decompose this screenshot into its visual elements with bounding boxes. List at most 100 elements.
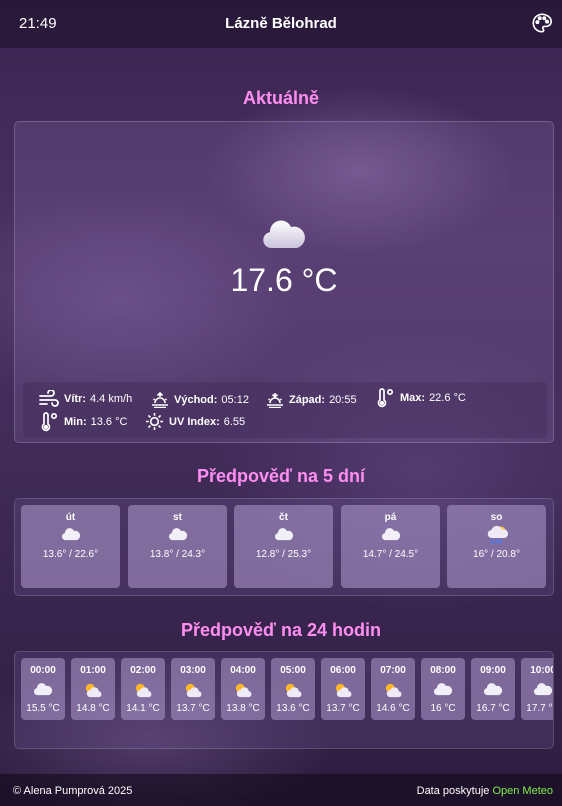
forecast-5-panel: út 13.6° / 22.6° st 13.8° / 24.3° čt 12.…	[14, 498, 554, 596]
day-name: st	[173, 512, 182, 523]
current-weather-card: 17.6 °C Vítr: 4.4 km/h Východ: 05:12 Záp…	[14, 121, 554, 443]
hour-time: 03:00	[180, 665, 206, 676]
hour-time: 09:00	[480, 665, 506, 676]
palette-icon[interactable]	[531, 12, 553, 34]
current-title: Aktuálně	[242, 88, 320, 108]
day-card: st 13.8° / 24.3°	[128, 505, 227, 588]
wind-detail: Vítr: 4.4 km/h	[39, 390, 132, 408]
cloud-icon	[61, 528, 81, 541]
hour-temp: 14.6 °C	[376, 703, 410, 714]
cloud-icon	[274, 528, 294, 541]
data-provider: Data poskytuje Open Meteo	[417, 785, 553, 797]
weather-details: Vítr: 4.4 km/h Východ: 05:12 Západ: 20:5…	[23, 382, 547, 438]
cloud-icon	[168, 528, 188, 541]
uv-detail: UV Index: 6.55	[145, 412, 245, 431]
city-name: Lázně Bělohrad	[225, 15, 337, 32]
hour-time: 01:00	[80, 665, 106, 676]
hour-temp: 15.5 °C	[26, 703, 60, 714]
footer: © Alena Pumprová 2025 Data poskytuje Ope…	[0, 774, 562, 806]
day-name: so	[490, 512, 503, 523]
hour-time: 02:00	[130, 665, 156, 676]
sunset-detail: Západ: 20:55	[266, 392, 357, 408]
sunrise-value: 05:12	[221, 394, 249, 406]
wind-icon	[39, 390, 59, 407]
day-card: čt 12.8° / 25.3°	[234, 505, 333, 588]
thermometer-icon	[41, 412, 58, 432]
hour-temp: 16 °C	[430, 703, 456, 714]
uv-value: 6.55	[223, 415, 246, 428]
cloud-icon	[433, 683, 453, 696]
sun-cloud-icon	[135, 683, 152, 698]
hour-time: 06:00	[330, 665, 356, 676]
sun-cloud-icon	[85, 683, 102, 698]
max-temp-detail: Max: 22.6 °C	[375, 388, 466, 408]
day-card: so 16° / 20.8°	[447, 505, 546, 588]
max-value: 22.6 °C	[429, 392, 466, 404]
hour-temp: 13.6 °C	[276, 703, 310, 714]
day-temps: 12.8° / 25.3°	[255, 549, 312, 560]
hour-card: 06:00 13.7 °C	[321, 658, 365, 720]
hour-card: 01:00 14.8 °C	[71, 658, 115, 720]
min-value: 13.6 °C	[90, 416, 128, 428]
sunset-value: 20:55	[329, 394, 357, 406]
sun-cloud-icon	[235, 683, 252, 698]
day-name: čt	[279, 512, 288, 523]
cloud-icon	[381, 528, 401, 541]
thermometer-icon	[377, 388, 394, 408]
hour-card: 03:00 13.7 °C	[171, 658, 215, 720]
forecast-24-title: Předpověď na 24 hodin	[181, 620, 381, 640]
hour-card: 02:00 14.1 °C	[121, 658, 165, 720]
sun-cloud-icon	[185, 683, 202, 698]
hour-card: 00:00 15.5 °C	[21, 658, 65, 720]
hour-time: 08:00	[430, 665, 456, 676]
top-bar: 21:49 Lázně Bělohrad	[0, 0, 562, 48]
day-name: út	[65, 512, 76, 523]
hour-card: 09:00 16.7 °C	[471, 658, 515, 720]
day-name: pá	[384, 512, 397, 523]
open-meteo-link[interactable]: Open Meteo	[492, 785, 553, 797]
uv-label: UV Index:	[169, 415, 220, 428]
hour-time: 07:00	[380, 665, 406, 676]
min-temp-detail: Min: 13.6 °C	[39, 412, 127, 432]
hour-time: 00:00	[30, 665, 56, 676]
hour-time: 05:00	[280, 665, 306, 676]
sunrise-label: Východ:	[174, 394, 218, 406]
hour-temp: 14.1 °C	[126, 703, 160, 714]
hour-card: 10:00 17.7 °C	[521, 658, 554, 720]
cloud-icon	[33, 683, 53, 696]
sun-icon	[145, 412, 164, 431]
cloud-icon	[533, 683, 553, 696]
day-card: út 13.6° / 22.6°	[21, 505, 120, 588]
provider-text: Data poskytuje	[416, 785, 490, 797]
hour-temp: 13.7 °C	[176, 703, 210, 714]
forecast-5-title: Předpověď na 5 dní	[197, 466, 365, 486]
sunrise-icon	[152, 392, 168, 408]
rain-sun-cloud-icon	[487, 525, 509, 544]
sun-cloud-icon	[335, 683, 352, 698]
sun-cloud-icon	[285, 683, 302, 698]
hour-card: 04:00 13.8 °C	[221, 658, 265, 720]
hour-temp: 13.8 °C	[226, 703, 260, 714]
day-temps: 13.6° / 22.6°	[42, 549, 99, 560]
wind-label: Vítr:	[64, 393, 86, 405]
sunset-label: Západ:	[289, 394, 326, 406]
day-card: pá 14.7° / 24.5°	[341, 505, 440, 588]
hour-temp: 14.8 °C	[76, 703, 110, 714]
hour-temp: 17.7 °C	[526, 703, 553, 714]
forecast-24-panel[interactable]: 00:00 15.5 °C 01:00 14.8 °C 02:00 14.1 °…	[14, 651, 554, 749]
cloud-icon	[263, 220, 305, 248]
min-label: Min:	[64, 416, 87, 428]
day-temps: 13.8° / 24.3°	[149, 549, 206, 560]
day-temps: 16° / 20.8°	[473, 549, 520, 560]
hour-time: 04:00	[230, 665, 256, 676]
day-temps: 14.7° / 24.5°	[362, 549, 419, 560]
hour-temp: 13.7 °C	[326, 703, 360, 714]
current-temperature: 17.6 °C	[230, 262, 338, 298]
wind-value: 4.4 km/h	[90, 393, 133, 405]
max-label: Max:	[400, 392, 426, 404]
sun-cloud-icon	[385, 683, 402, 698]
cloud-icon	[483, 683, 503, 696]
hour-time: 10:00	[530, 665, 554, 676]
hour-card: 05:00 13.6 °C	[271, 658, 315, 720]
sunrise-detail: Východ: 05:12	[151, 392, 249, 408]
